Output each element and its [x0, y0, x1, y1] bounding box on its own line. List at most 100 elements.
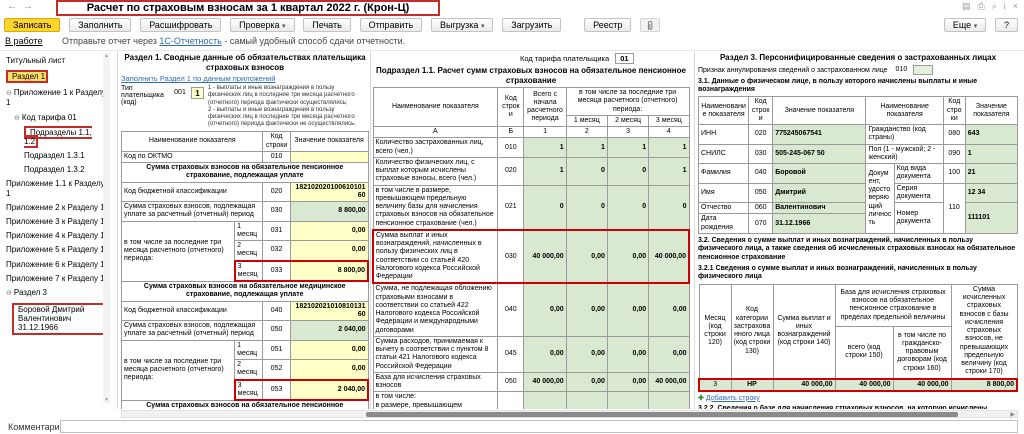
firstname-field[interactable]: Дмитрий: [773, 183, 866, 203]
value-cell[interactable]: 0: [607, 185, 648, 230]
close-icon[interactable]: ×: [1013, 1, 1018, 12]
value-cell[interactable]: 0,00: [607, 230, 648, 284]
value-cell[interactable]: 0,00: [524, 283, 566, 336]
scrollbar-thumb[interactable]: [366, 412, 958, 417]
sidebar-item-appendix5[interactable]: Приложение 5 к Разделу 1: [0, 243, 110, 256]
horizontal-scrollbar[interactable]: ▶: [121, 410, 1018, 418]
sidebar-item-tariff-code-01[interactable]: ⊖Код тарифа 01: [0, 111, 110, 125]
sidebar-item-appendix7[interactable]: Приложение 7 к Разделу 1: [0, 272, 110, 285]
value-cell[interactable]: 40 000,00: [524, 372, 566, 392]
sidebar-splitter[interactable]: [117, 51, 118, 409]
sidebar-item-appendix4[interactable]: Приложение 4 к Разделу 1: [0, 229, 110, 242]
value-cell[interactable]: 0: [524, 185, 566, 230]
registry-button[interactable]: Реестр: [584, 18, 631, 32]
value-cell[interactable]: 1: [524, 138, 566, 158]
sidebar-item-appendix2[interactable]: Приложение 2 к Разделу 1: [0, 201, 110, 214]
value-cell[interactable]: 2 040,00: [290, 380, 368, 401]
fill-button[interactable]: Заполнить: [69, 18, 131, 32]
sex-field[interactable]: 1: [965, 144, 1017, 164]
check-button[interactable]: Проверка ▾: [230, 18, 294, 32]
scroll-right-icon[interactable]: ▶: [1010, 411, 1015, 418]
save-icon[interactable]: ▤: [962, 1, 971, 12]
value-cell[interactable]: 0,00: [290, 360, 368, 380]
more-button[interactable]: Еще ▾: [944, 18, 986, 32]
unload-button[interactable]: Выгрузка ▾: [431, 18, 493, 32]
value-cell[interactable]: 0,00: [566, 372, 607, 392]
info-icon[interactable]: i: [1004, 1, 1006, 12]
value-cell[interactable]: 0,00: [607, 336, 648, 372]
value-cell[interactable]: 0: [649, 185, 689, 230]
value-cell[interactable]: 0,00: [649, 392, 689, 409]
sidebar-item-appendix11[interactable]: Приложение 1.1 к Разделу 1: [0, 177, 110, 199]
decipher-button[interactable]: Расшифровать: [140, 18, 221, 32]
scroll-down-icon[interactable]: ▼: [104, 397, 109, 403]
value-cell[interactable]: 0,00: [566, 230, 607, 284]
value-cell[interactable]: 0: [566, 185, 607, 230]
value-cell[interactable]: 0,00: [524, 392, 566, 409]
value-cell[interactable]: 0: [607, 157, 648, 185]
value-cell[interactable]: 0,00: [649, 283, 689, 336]
value-cell[interactable]: 0,00: [566, 283, 607, 336]
value-cell[interactable]: 40 000,00: [893, 379, 951, 391]
sidebar-item-appendix3[interactable]: Приложение 3 к Разделу 1: [0, 215, 110, 228]
zoom-icon[interactable]: ⌕: [992, 1, 997, 12]
sidebar-item-title-page[interactable]: Титульный лист: [0, 54, 110, 67]
sidebar-item-section3[interactable]: ⊖Раздел 3: [0, 286, 110, 300]
sidebar-item-appendix6[interactable]: Приложение 6 к Разделу 1: [0, 258, 110, 271]
1c-reporting-link[interactable]: 1С-Отчетность: [159, 36, 221, 46]
print-button[interactable]: Печать: [303, 18, 350, 32]
lastname-field[interactable]: Боровой: [773, 164, 866, 184]
kbk-field[interactable]: 18210202010061010160: [290, 182, 368, 202]
report-state-link[interactable]: В работе: [5, 36, 43, 46]
value-cell[interactable]: 0,00: [524, 336, 566, 372]
value-cell[interactable]: 40 000,00: [773, 379, 835, 391]
value-cell[interactable]: 8 800,00: [951, 379, 1017, 391]
collapse-icon[interactable]: ⊖: [6, 90, 12, 97]
add-row-link[interactable]: Добавить строку: [706, 395, 760, 402]
value-cell[interactable]: 0,00: [290, 241, 368, 261]
value-cell[interactable]: 0,00: [290, 221, 368, 241]
back-arrow-icon[interactable]: ←: [4, 1, 20, 12]
value-cell[interactable]: 40 000,00: [649, 230, 689, 284]
sidebar-item-section1[interactable]: Раздел 1: [0, 68, 110, 85]
value-cell[interactable]: 0,00: [607, 283, 648, 336]
month-field[interactable]: 3: [699, 379, 731, 391]
snils-field[interactable]: 505-245-067 50: [773, 144, 866, 164]
tariff-code-field[interactable]: 01: [615, 53, 633, 64]
sidebar-item-subsection-132[interactable]: Подраздел 1.3.2: [0, 163, 110, 176]
kbk-field[interactable]: 18210202101081013160: [290, 301, 368, 321]
inn-field[interactable]: 775245067541: [773, 125, 866, 145]
value-cell[interactable]: 0,00: [607, 372, 648, 392]
value-cell[interactable]: 1: [566, 138, 607, 158]
send-button[interactable]: Отправить: [360, 18, 423, 32]
value-cell[interactable]: 1: [524, 157, 566, 185]
value-cell[interactable]: 0: [566, 157, 607, 185]
value-cell[interactable]: 40 000,00: [835, 379, 893, 391]
value-cell[interactable]: 0,00: [566, 336, 607, 372]
sidebar-scrollbar[interactable]: ▲▼: [103, 53, 110, 403]
annulment-field[interactable]: [913, 65, 933, 75]
load-button[interactable]: Загрузить: [502, 18, 561, 32]
value-cell[interactable]: 0,00: [290, 340, 368, 360]
sidebar-item-subsection-131[interactable]: Подраздел 1.3.1: [0, 149, 110, 162]
scroll-up-icon[interactable]: ▲: [104, 53, 109, 59]
fill-section1-link[interactable]: Заполнить Раздел 1 по данным приложений: [121, 74, 276, 83]
value-cell[interactable]: 8 800,00: [290, 202, 368, 222]
value-cell[interactable]: 8 800,00: [290, 261, 368, 282]
value-cell[interactable]: 40 000,00: [649, 372, 689, 392]
doc-kind-field[interactable]: 21: [965, 164, 1017, 184]
comment-input[interactable]: [60, 420, 1018, 433]
oktmo-field[interactable]: [290, 151, 368, 162]
save-button[interactable]: Записать: [4, 18, 60, 32]
collapse-icon[interactable]: ⊖: [6, 290, 12, 297]
category-field[interactable]: НР: [731, 379, 773, 391]
forward-arrow-icon[interactable]: →: [20, 1, 36, 12]
attachment-button[interactable]: [640, 18, 660, 32]
value-cell[interactable]: 0,00: [649, 336, 689, 372]
citizenship-field[interactable]: 643: [965, 125, 1017, 145]
value-cell[interactable]: 0,00: [607, 392, 648, 409]
print-icon[interactable]: ⎙: [977, 1, 984, 12]
value-cell[interactable]: 1: [649, 157, 689, 185]
doc-number-field[interactable]: 111101: [965, 203, 1017, 234]
doc-series-field[interactable]: 12 34: [965, 183, 1017, 203]
